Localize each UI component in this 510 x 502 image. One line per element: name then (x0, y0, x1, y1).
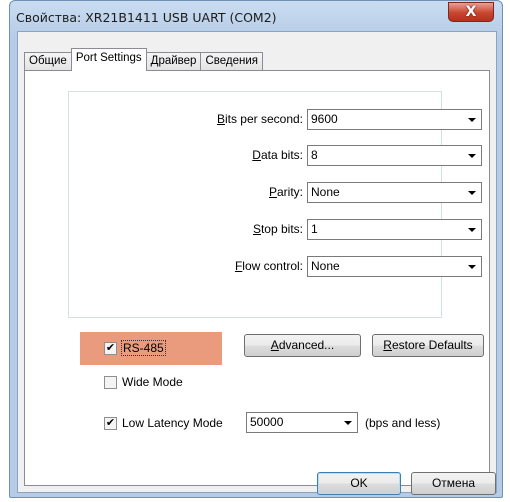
data-bits-select[interactable]: 8 (307, 145, 482, 166)
parity-value: None (311, 185, 340, 199)
low-latency-threshold-select[interactable]: 50000 (246, 412, 358, 433)
title-bar[interactable]: Свойства: XR21B1411 USB UART (COM2) X (10, 1, 502, 33)
parity-label-text: arity: (276, 185, 303, 199)
dropdown-arrow-icon[interactable] (463, 147, 480, 164)
stop-bits-select[interactable]: 1 (307, 219, 482, 240)
wide-mode-label[interactable]: Wide Mode (122, 375, 183, 389)
cancel-button[interactable]: Отмена (411, 472, 496, 495)
bits-per-second-value: 9600 (311, 112, 338, 126)
rs485-checkbox[interactable]: ✔ (104, 342, 117, 355)
data-bits-label: Data bits: (123, 148, 303, 162)
flow-control-label: Flow control: (123, 259, 303, 273)
bps-suffix-label: (bps and less) (365, 416, 441, 430)
tab-port-settings[interactable]: Port Settings (70, 48, 147, 71)
data-bits-value: 8 (311, 148, 318, 162)
advanced-button[interactable]: Advanced... (244, 334, 361, 357)
dropdown-arrow-icon[interactable] (463, 184, 480, 201)
bits-per-second-label: Bits per second: (123, 112, 303, 126)
stop-bits-label-text: top bits: (260, 222, 303, 236)
dropdown-arrow-icon[interactable] (463, 258, 480, 275)
dialog-client-area: Общие Port Settings Драйвер Сведения Bit… (17, 31, 497, 495)
advanced-mnemonic: A (270, 338, 279, 352)
rs485-label[interactable]: RS-485 (121, 340, 166, 356)
flow-control-value: None (311, 259, 340, 273)
close-icon: X (465, 4, 477, 20)
tab-details[interactable]: Сведения (200, 52, 263, 71)
tab-driver-label: Драйвер (150, 55, 197, 67)
tab-details-label: Сведения (205, 55, 258, 67)
ok-button[interactable]: OK (317, 472, 401, 495)
low-latency-checkbox[interactable]: ✔ (104, 417, 117, 430)
tab-port-settings-label: Port Settings (75, 52, 142, 64)
data-bits-mnemonic: D (252, 148, 261, 162)
stop-bits-value: 1 (311, 222, 318, 236)
data-bits-label-text: ata bits: (260, 148, 303, 162)
tab-strip: Общие Port Settings Драйвер Сведения (24, 48, 263, 71)
restore-mnemonic: R (383, 338, 392, 352)
port-settings-group: Bits per second: 9600 Data bits: 8 Parit… (68, 91, 482, 318)
check-icon: ✔ (105, 417, 116, 429)
flow-control-select[interactable]: None (307, 256, 482, 277)
tab-driver[interactable]: Драйвер (145, 52, 202, 71)
parity-select[interactable]: None (307, 182, 482, 203)
rs485-label-text: RS-485 (121, 340, 166, 356)
window-title: Свойства: XR21B1411 USB UART (COM2) (16, 10, 277, 25)
stop-bits-label: Stop bits: (123, 222, 303, 236)
tab-general-label: Общие (29, 55, 67, 67)
parity-label: Parity: (123, 185, 303, 199)
bits-per-second-mnemonic: B (216, 112, 225, 126)
check-icon: ✔ (105, 342, 116, 354)
properties-window: Свойства: XR21B1411 USB UART (COM2) X Об… (9, 0, 503, 498)
tab-general[interactable]: Общие (24, 52, 72, 71)
advanced-label: dvanced... (278, 338, 335, 352)
restore-defaults-button[interactable]: Restore Defaults (372, 334, 484, 357)
close-button[interactable]: X (448, 2, 494, 22)
stop-bits-mnemonic: S (252, 222, 261, 236)
parity-mnemonic: P (268, 185, 277, 199)
wide-mode-checkbox[interactable] (104, 376, 117, 389)
bits-per-second-select[interactable]: 9600 (307, 109, 482, 130)
bits-per-second-label-text: its per second: (224, 112, 303, 126)
dropdown-arrow-icon[interactable] (339, 414, 356, 431)
dropdown-arrow-icon[interactable] (463, 221, 480, 238)
dropdown-arrow-icon[interactable] (463, 111, 480, 128)
restore-defaults-label: estore Defaults (391, 338, 473, 352)
flow-control-label-text: low control: (242, 259, 303, 273)
low-latency-label[interactable]: Low Latency Mode (122, 416, 223, 430)
low-latency-threshold-value: 50000 (250, 415, 284, 429)
